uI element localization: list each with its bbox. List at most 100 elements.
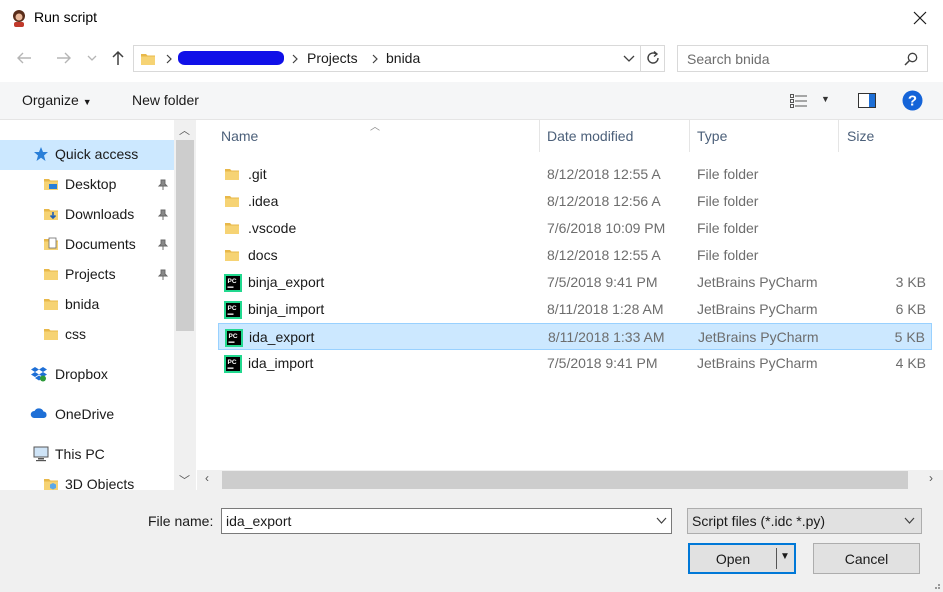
sidebar-item-3d-objects[interactable]: 3D Objects [0,470,174,490]
resize-grip-icon[interactable] [931,580,941,590]
this-pc-icon [32,446,49,462]
file-row[interactable]: .vscode 7/6/2018 10:09 PM File folder [218,215,932,242]
sidebar-item-label: 3D Objects [65,476,135,490]
sidebar-item-label: Desktop [65,176,117,192]
organize-menu-button[interactable]: Organize ▼ [22,92,92,108]
breadcrumb-bnida[interactable]: bnida [386,50,420,66]
help-icon[interactable]: ? [902,90,923,111]
file-name-label: File name: [148,513,214,529]
file-type-select[interactable]: Script files (*.idc *.py) [687,508,922,534]
file-name: binja_export [248,274,325,290]
file-date: 7/5/2018 9:41 PM [547,355,658,371]
redacted-path-segment [178,51,284,65]
scroll-up-icon[interactable]: ︿ [179,122,190,138]
folder-icon [43,296,59,312]
sidebar-item-css[interactable]: css [0,320,174,350]
file-row[interactable]: PC binja_export 7/5/2018 9:41 PM JetBrains … [218,269,932,296]
scroll-down-icon[interactable]: ﹀ [179,472,190,488]
pin-icon[interactable] [157,268,169,284]
file-type: JetBrains PyCharm [697,274,818,290]
column-header-date[interactable]: Date modified [547,128,633,144]
preview-pane-icon[interactable] [858,93,876,108]
close-icon [913,11,927,25]
recent-locations-button[interactable] [84,46,100,70]
file-row[interactable]: .idea 8/12/2018 12:56 A File folder [218,188,932,215]
file-type: File folder [697,166,759,182]
open-button[interactable]: Open ▼ [688,543,796,574]
new-folder-button[interactable]: New folder [132,92,199,108]
chevron-down-icon[interactable] [656,517,667,525]
sidebar-item-documents[interactable]: Documents [0,230,174,260]
folder-icon [224,193,240,209]
file-size: 5 KB [894,329,925,345]
pin-icon[interactable] [157,238,169,254]
file-name-input[interactable]: ida_export [221,508,672,534]
sidebar-item-label: Quick access [55,146,139,162]
file-date: 8/12/2018 12:55 A [547,247,661,263]
file-row[interactable]: .git 8/12/2018 12:55 A File folder [218,161,932,188]
sidebar-item-downloads[interactable]: Downloads [0,200,174,230]
refresh-icon[interactable] [645,50,661,66]
file-date: 8/12/2018 12:56 A [547,193,661,209]
file-name: ida_export [249,329,315,345]
file-name-value: ida_export [226,513,292,529]
arrow-up-icon [112,50,124,65]
file-type: File folder [697,247,759,263]
column-header-type[interactable]: Type [697,128,727,144]
column-header-name[interactable]: Name [221,128,258,144]
file-size: 3 KB [895,274,926,290]
view-options-chevron-icon[interactable]: ▼ [821,94,830,104]
sidebar-item-label: Dropbox [55,366,108,382]
dialog-footer [0,490,943,592]
file-name: .vscode [248,220,297,236]
chevron-right-icon [166,54,172,64]
back-button[interactable] [10,46,38,70]
command-toolbar: Organize ▼ New folder ▼ ? [0,82,943,120]
file-type: File folder [697,193,759,209]
search-input[interactable]: Search bnida [677,45,928,72]
folder-icon [224,247,240,263]
file-date: 7/6/2018 10:09 PM [547,220,666,236]
title-bar: Run script [0,0,943,38]
pin-icon[interactable] [157,178,169,194]
sidebar-item-quick-access[interactable]: Quick access [0,140,174,170]
documents-folder-icon [43,236,59,252]
svg-text:PC: PC [228,305,237,312]
file-row[interactable]: docs 8/12/2018 12:55 A File folder [218,242,932,269]
view-details-icon[interactable] [790,94,808,108]
open-dropdown-icon[interactable]: ▼ [780,551,790,562]
nav-scrollbar-thumb[interactable] [176,140,194,331]
cancel-button[interactable]: Cancel [813,543,920,574]
file-name: .idea [248,193,279,209]
pin-icon[interactable] [157,208,169,224]
sidebar-item-label: Projects [65,266,116,282]
column-header-size[interactable]: Size [847,128,874,144]
address-bar[interactable]: Projects bnida [133,45,665,72]
sidebar-item-this-pc[interactable]: This PC [0,440,174,470]
svg-text:?: ? [908,93,917,110]
sidebar-item-label: This PC [55,446,105,462]
file-row[interactable]: PC ida_import 7/5/2018 9:41 PM JetBrains Py… [218,350,932,377]
sidebar-item-desktop[interactable]: Desktop [0,170,174,200]
breadcrumb-projects[interactable]: Projects [307,50,358,66]
scroll-right-icon[interactable]: › [929,471,933,485]
sidebar-item-dropbox[interactable]: Dropbox [0,360,174,390]
up-button[interactable] [106,46,130,70]
scroll-left-icon[interactable]: ‹ [205,471,209,485]
chevron-down-icon[interactable] [623,55,635,63]
close-button[interactable] [897,0,943,36]
file-type-value: Script files (*.idc *.py) [692,513,826,529]
search-icon [904,52,918,66]
file-row[interactable]: PC binja_import 8/11/2018 1:28 AM JetBrains… [218,296,932,323]
sort-ascending-icon: ︿ [370,122,380,133]
sidebar-item-projects[interactable]: Projects [0,260,174,290]
sidebar-item-bnida[interactable]: bnida [0,290,174,320]
horizontal-scrollbar-thumb[interactable] [222,471,908,489]
svg-text:PC: PC [228,359,237,366]
sidebar-item-onedrive[interactable]: OneDrive [0,400,174,430]
forward-button[interactable] [50,46,78,70]
window-title: Run script [34,9,98,25]
chevron-down-icon [87,55,97,61]
file-date: 8/11/2018 1:28 AM [547,301,664,317]
file-row[interactable]: PC ida_export 8/11/2018 1:33 AM JetBrains P… [218,323,932,350]
